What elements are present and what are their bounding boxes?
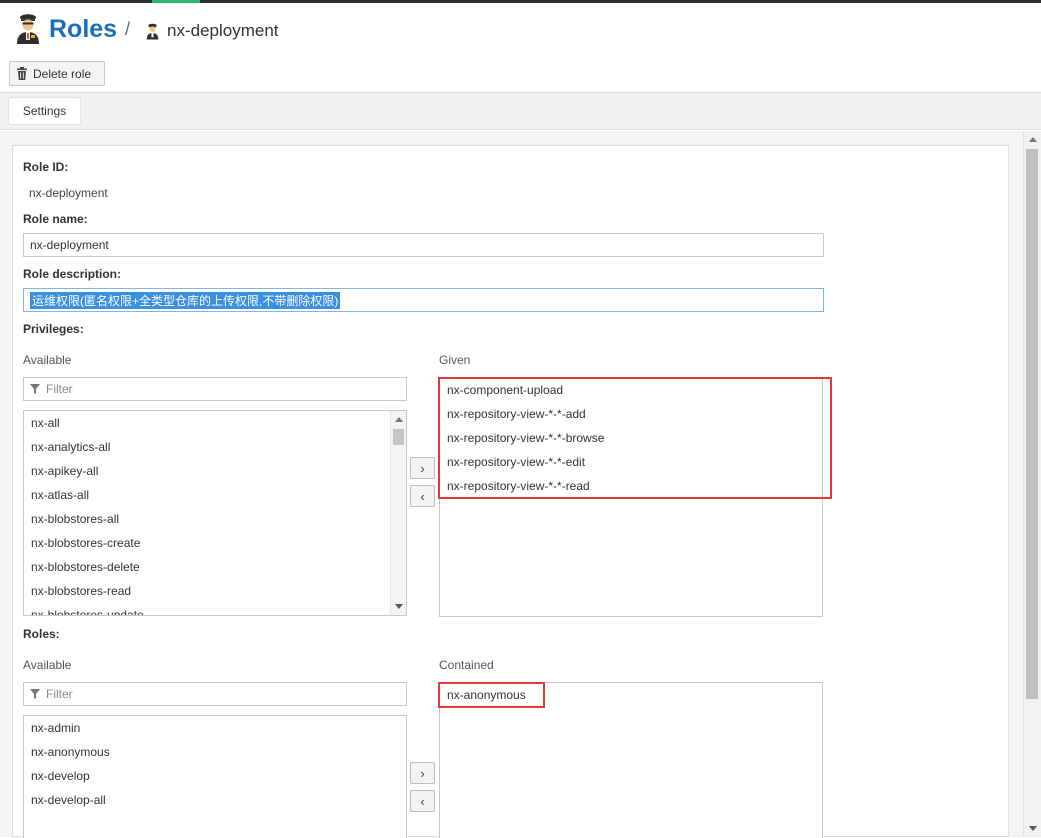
toolbar: Delete role	[0, 60, 1041, 93]
roles-available-list[interactable]: nx-admin nx-anonymous nx-develop nx-deve…	[23, 715, 407, 838]
scroll-down-icon[interactable]	[395, 604, 403, 609]
privileges-given-label: Given	[439, 353, 471, 367]
privileges-filter-placeholder: Filter	[46, 382, 73, 396]
role-id-value: nx-deployment	[29, 186, 108, 200]
settings-form: Role ID: nx-deployment Role name: nx-dep…	[12, 145, 1009, 838]
role-id-label: Role ID:	[23, 160, 69, 174]
tab-bar: Settings	[0, 93, 1041, 130]
roles-filter-input[interactable]: Filter	[23, 682, 407, 706]
page-header: Roles / nx-deployment	[0, 3, 1041, 60]
roles-contained-list[interactable]: nx-anonymous	[439, 682, 823, 838]
role-description-value: 运维权限(匿名权限+全类型仓库的上传权限,不带删除权限)	[30, 291, 341, 309]
role-user-icon	[146, 23, 159, 40]
role-name-value: nx-deployment	[30, 238, 109, 252]
delete-role-button[interactable]: Delete role	[9, 61, 105, 86]
list-item[interactable]: nx-develop-all	[24, 788, 406, 812]
privileges-filter-input[interactable]: Filter	[23, 377, 407, 401]
scroll-up-icon[interactable]	[395, 417, 403, 422]
list-item[interactable]: nx-component-upload	[440, 378, 822, 402]
list-item[interactable]: nx-repository-view-*-*-add	[440, 402, 822, 426]
list-item[interactable]: nx-apikey-all	[24, 459, 406, 483]
roles-filter-placeholder: Filter	[46, 687, 73, 701]
scroll-thumb[interactable]	[1026, 149, 1038, 699]
role-name-label: Role name:	[23, 212, 88, 226]
scroll-thumb[interactable]	[393, 429, 404, 445]
role-user-icon	[17, 14, 39, 44]
list-item[interactable]: nx-anonymous	[24, 740, 406, 764]
privileges-label: Privileges:	[23, 322, 84, 336]
list-item[interactable]: nx-blobstores-update	[24, 603, 406, 615]
list-item[interactable]: nx-atlas-all	[24, 483, 406, 507]
list-item[interactable]: nx-blobstores-delete	[24, 555, 406, 579]
filter-icon	[30, 384, 40, 394]
page-scrollbar[interactable]	[1023, 131, 1041, 837]
role-description-field[interactable]: 运维权限(匿名权限+全类型仓库的上传权限,不带删除权限)	[23, 288, 824, 312]
list-item[interactable]: nx-develop	[24, 764, 406, 788]
roles-available-label: Available	[23, 658, 72, 672]
role-description-label: Role description:	[23, 267, 122, 281]
roles-contained-items: nx-anonymous	[440, 683, 822, 707]
list-item[interactable]: nx-blobstores-create	[24, 531, 406, 555]
roles-contained-label: Contained	[439, 658, 494, 672]
scroll-up-icon[interactable]	[1029, 137, 1037, 142]
list-item[interactable]: nx-all	[24, 411, 406, 435]
privileges-available-list[interactable]: nx-all nx-analytics-all nx-apikey-all nx…	[23, 410, 407, 616]
list-item[interactable]: nx-admin	[24, 716, 406, 740]
list-item[interactable]: nx-blobstores-read	[24, 579, 406, 603]
roles-available-items: nx-admin nx-anonymous nx-develop nx-deve…	[24, 716, 406, 812]
roles-label: Roles:	[23, 627, 60, 641]
breadcrumb-separator: /	[125, 19, 131, 39]
privileges-given-list[interactable]: nx-component-upload nx-repository-view-*…	[439, 377, 823, 617]
list-item[interactable]: nx-blobstores-all	[24, 507, 406, 531]
delete-role-label: Delete role	[33, 66, 92, 81]
role-name-field[interactable]: nx-deployment	[23, 233, 824, 257]
privileges-available-label: Available	[23, 353, 72, 367]
tab-settings[interactable]: Settings	[8, 97, 81, 125]
remove-role-button[interactable]: ‹	[410, 790, 435, 812]
privileges-given-items: nx-component-upload nx-repository-view-*…	[440, 378, 822, 498]
list-item[interactable]: nx-repository-view-*-*-browse	[440, 426, 822, 450]
remove-privilege-button[interactable]: ‹	[410, 485, 435, 507]
privileges-available-items: nx-all nx-analytics-all nx-apikey-all nx…	[24, 411, 406, 615]
list-item[interactable]: nx-anonymous	[440, 683, 822, 707]
list-item[interactable]: nx-analytics-all	[24, 435, 406, 459]
page-title[interactable]: Roles	[49, 15, 117, 44]
trash-icon	[17, 67, 27, 80]
add-privilege-button[interactable]: ›	[410, 457, 435, 479]
filter-icon	[30, 689, 40, 699]
breadcrumb-role-name: nx-deployment	[167, 21, 279, 40]
scroll-down-icon[interactable]	[1029, 826, 1037, 831]
list-item[interactable]: nx-repository-view-*-*-edit	[440, 450, 822, 474]
add-role-button[interactable]: ›	[410, 762, 435, 784]
list-item[interactable]: nx-repository-view-*-*-read	[440, 474, 822, 498]
privileges-list-scrollbar[interactable]	[390, 411, 406, 615]
